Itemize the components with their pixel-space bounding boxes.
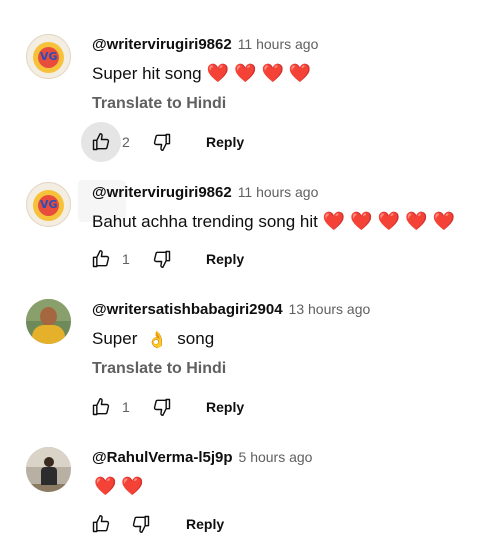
heart-emoji: ❤️	[234, 63, 257, 84]
translate-link[interactable]: Translate to Hindi	[92, 95, 226, 113]
reply-button[interactable]: Reply	[206, 399, 244, 415]
heart-emoji: ❤️	[322, 211, 346, 232]
comment-time[interactable]: 5 hours ago	[239, 449, 313, 465]
reply-button[interactable]: Reply	[206, 251, 244, 267]
comment-author[interactable]: @writersatishbabagiri2904	[92, 301, 283, 318]
avatar[interactable]	[26, 299, 71, 344]
ok-hand-emoji: 👌	[147, 329, 168, 349]
comment-time[interactable]: 13 hours ago	[289, 301, 371, 317]
comment-text: ❤️ ❤️	[92, 478, 144, 496]
heart-emoji: ❤️	[350, 211, 373, 232]
dislike-button[interactable]	[142, 387, 182, 427]
comment-text-body: Super	[92, 329, 138, 348]
heart-emoji: ❤️	[405, 211, 428, 232]
previous-actions-partial	[90, 0, 250, 4]
avatar[interactable]: VG	[26, 182, 71, 227]
heart-emoji: ❤️	[377, 211, 401, 232]
like-button[interactable]	[81, 504, 121, 544]
like-count: 2	[122, 134, 130, 150]
comment-text: Bahut achha trending song hit ❤️ ❤️ ❤️ ❤…	[92, 212, 455, 232]
comment-text: Super hit song ❤️ ❤️ ❤️ ❤️	[92, 64, 311, 84]
heart-emoji: ❤️	[206, 63, 230, 84]
partial-icons	[90, 0, 250, 4]
comment-actions: 2 Reply	[81, 122, 244, 162]
reply-button[interactable]: Reply	[206, 134, 244, 150]
heart-emoji: ❤️	[288, 63, 312, 84]
dislike-button[interactable]	[121, 504, 161, 544]
like-icon	[92, 132, 110, 151]
like-icon	[92, 397, 110, 416]
avatar[interactable]: VG	[26, 34, 71, 79]
dislike-icon	[132, 515, 150, 534]
like-button[interactable]	[81, 387, 121, 427]
comment-actions: 1 Reply	[81, 239, 244, 279]
heart-emoji: ❤️	[94, 476, 117, 497]
like-count: 1	[122, 251, 130, 267]
like-icon	[92, 514, 110, 533]
dislike-button[interactable]	[142, 122, 182, 162]
comment-text-body: Bahut achha trending song hit	[92, 212, 318, 231]
comment-meta: @writervirugiri9862 11 hours ago	[92, 184, 318, 201]
dislike-icon	[153, 398, 171, 417]
dislike-button[interactable]	[142, 239, 182, 279]
heart-emoji: ❤️	[432, 211, 455, 232]
comment-author[interactable]: @writervirugiri9862	[92, 36, 232, 53]
comment-time[interactable]: 11 hours ago	[238, 36, 319, 52]
comment-time[interactable]: 11 hours ago	[238, 184, 319, 200]
avatar-logo-text: VG	[40, 50, 58, 63]
like-button[interactable]	[81, 122, 121, 162]
avatar[interactable]	[26, 447, 71, 492]
avatar-logo-text: VG	[40, 198, 58, 211]
heart-emoji: ❤️	[261, 63, 284, 84]
comment-text: Super 👌 song	[92, 329, 214, 349]
comment-actions: Reply	[81, 504, 224, 544]
like-count: 1	[122, 399, 130, 415]
comment-meta: @RahulVerma-l5j9p 5 hours ago	[92, 449, 312, 466]
like-icon	[92, 249, 110, 268]
reply-button[interactable]: Reply	[186, 516, 224, 532]
comment-actions: 1 Reply	[81, 387, 244, 427]
heart-emoji: ❤️	[121, 476, 144, 497]
comment-text-body: Super hit song	[92, 64, 202, 83]
comment-meta: @writervirugiri9862 11 hours ago	[92, 36, 318, 53]
comment-author[interactable]: @writervirugiri9862	[92, 184, 232, 201]
comment-meta: @writersatishbabagiri2904 13 hours ago	[92, 301, 370, 318]
comment-text-body-end: song	[177, 329, 215, 348]
dislike-icon	[153, 250, 171, 269]
like-button[interactable]	[81, 239, 121, 279]
dislike-icon	[153, 133, 171, 152]
translate-link[interactable]: Translate to Hindi	[92, 360, 226, 378]
comment-author[interactable]: @RahulVerma-l5j9p	[92, 449, 233, 466]
